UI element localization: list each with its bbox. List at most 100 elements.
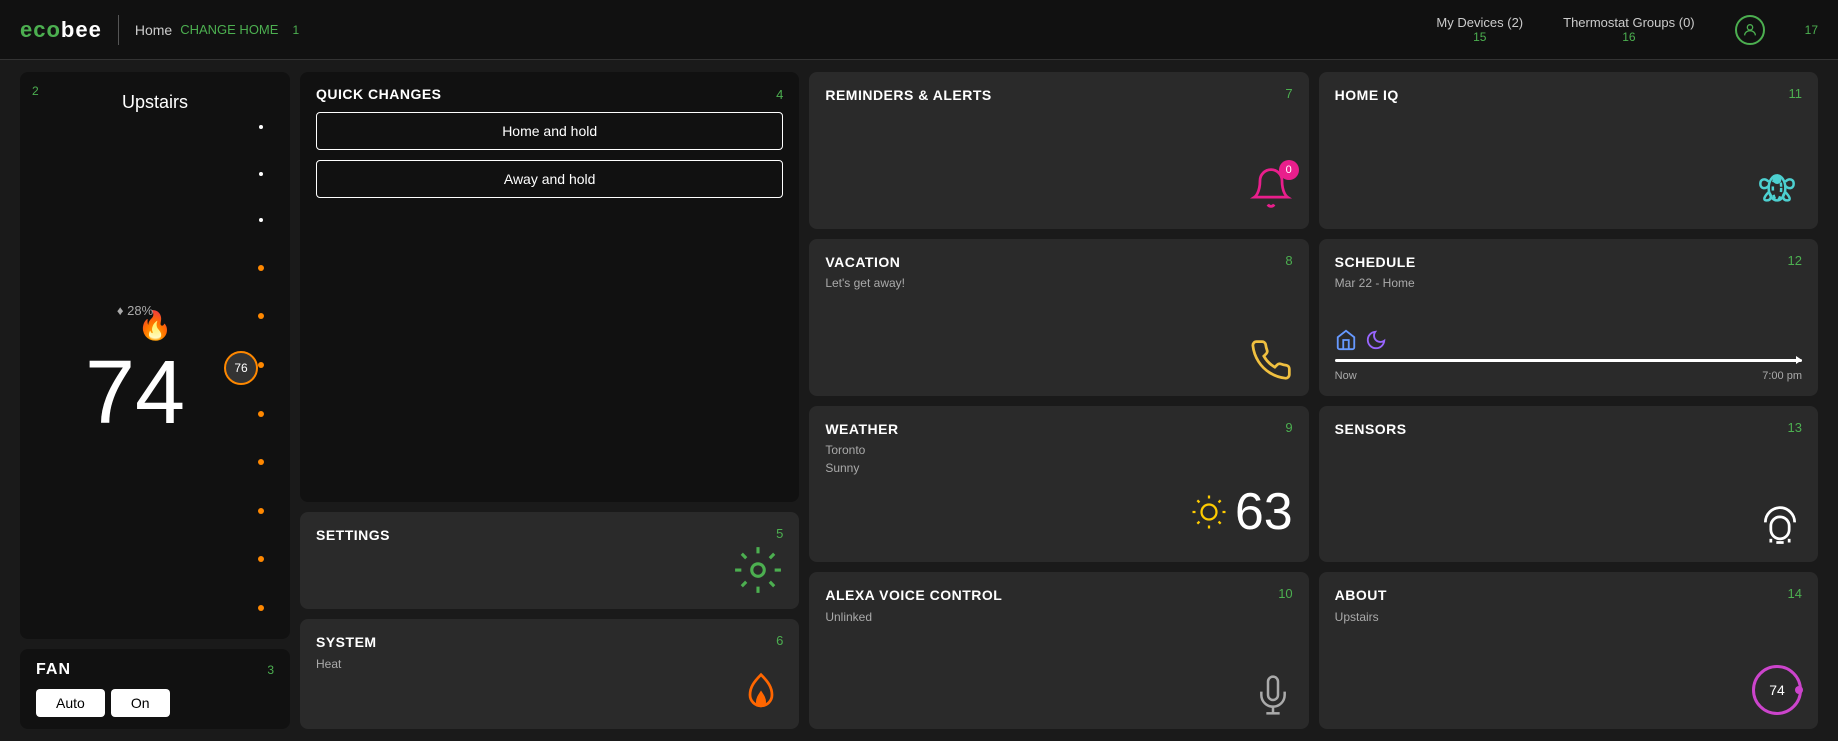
- sensors-title: SENSORS: [1335, 420, 1407, 440]
- thermostat-groups-number: 16: [1622, 30, 1635, 44]
- system-title: SYSTEM: [316, 633, 377, 653]
- user-number: 17: [1805, 23, 1818, 37]
- qc-header: QUICK CHANGES 4: [316, 86, 783, 102]
- system-subtitle: Heat: [316, 657, 377, 671]
- fan-header: FAN 3: [36, 661, 274, 679]
- about-top: ABOUT Upstairs 14: [1335, 586, 1802, 624]
- timeline-end: 7:00 pm: [1762, 370, 1802, 382]
- about-card[interactable]: ABOUT Upstairs 14 74: [1319, 572, 1818, 729]
- schedule-number: 12: [1788, 253, 1802, 268]
- dot: [259, 218, 263, 222]
- dot-orange: [258, 362, 264, 368]
- header-divider: [118, 15, 119, 45]
- settings-card[interactable]: SETTINGS 5: [300, 512, 799, 610]
- my-devices-number: 15: [1473, 30, 1486, 44]
- about-dot: [1795, 686, 1803, 694]
- home-iq-card[interactable]: HOME IQ 11: [1319, 72, 1818, 229]
- set-temp-value: 76: [234, 361, 247, 375]
- home-nav-number: 1: [292, 23, 299, 37]
- sensors-top: SENSORS 13: [1335, 420, 1802, 440]
- dot: [259, 172, 263, 176]
- timeline-bar: [1335, 359, 1802, 362]
- weather-title: WEATHER: [825, 421, 898, 437]
- about-circle: 74: [1752, 665, 1802, 715]
- vacation-card[interactable]: VACATION Let's get away! 8: [809, 239, 1308, 396]
- about-number: 14: [1788, 586, 1802, 601]
- schedule-date: Mar 22 - Home: [1335, 276, 1416, 290]
- home-iq-top: HOME IQ 11: [1335, 86, 1802, 106]
- sensors-icon: [1335, 439, 1802, 548]
- set-temp-circle[interactable]: 76: [224, 351, 258, 385]
- fan-auto-button[interactable]: Auto: [36, 689, 105, 717]
- weather-condition: Sunny: [825, 461, 898, 475]
- weather-number: 9: [1285, 420, 1292, 435]
- temp-dots: 76: [258, 113, 264, 623]
- logo: ecobee: [20, 17, 102, 43]
- reminders-card[interactable]: REMINDERS & ALERTS 7 0: [809, 72, 1308, 229]
- thermostat-body: 🔥 ♦ 28% 74 76: [36, 113, 274, 623]
- vacation-subtitle: Let's get away!: [825, 276, 905, 290]
- reminders-top: REMINDERS & ALERTS 7: [825, 86, 1292, 106]
- weather-temp: 63: [1235, 486, 1293, 538]
- alexa-top: ALEXA VOICE CONTROL Unlinked 10: [825, 586, 1292, 624]
- header-home: Home CHANGE HOME 1: [135, 22, 299, 38]
- home-iq-number: 11: [1788, 86, 1802, 101]
- weather-top: WEATHER Toronto Sunny 9: [825, 420, 1292, 476]
- col-2: REMINDERS & ALERTS 7 0: [809, 72, 1308, 729]
- system-card[interactable]: SYSTEM Heat 6: [300, 619, 799, 729]
- col-1: QUICK CHANGES 4 Home and hold Away and h…: [300, 72, 799, 729]
- reminders-badge: 0: [1279, 160, 1299, 180]
- away-hold-button[interactable]: Away and hold: [316, 160, 783, 198]
- weather-card[interactable]: WEATHER Toronto Sunny 9: [809, 406, 1308, 563]
- about-temp: 74: [1769, 682, 1785, 698]
- system-icon: [316, 671, 783, 715]
- qc-title: QUICK CHANGES: [316, 86, 442, 102]
- thermostat-card[interactable]: 2 Upstairs 🔥 ♦ 28% 74 76: [20, 72, 290, 639]
- reminders-number: 7: [1285, 86, 1292, 101]
- thermostat-name: Upstairs: [36, 92, 274, 113]
- humidity-text: ♦ 28%: [117, 303, 153, 318]
- quick-changes-card: QUICK CHANGES 4 Home and hold Away and h…: [300, 72, 799, 502]
- reminders-icon: 0: [825, 106, 1292, 215]
- alexa-title: ALEXA VOICE CONTROL: [825, 587, 1002, 603]
- thermostat-groups-label: Thermostat Groups (0): [1563, 15, 1695, 30]
- sensors-card[interactable]: SENSORS 13: [1319, 406, 1818, 563]
- dot-orange: [258, 411, 264, 417]
- timeline-labels: Now 7:00 pm: [1335, 370, 1802, 382]
- fan-buttons: Auto On: [36, 689, 274, 717]
- qc-number: 4: [776, 87, 783, 102]
- dot-orange: [258, 508, 264, 514]
- settings-icon: [316, 545, 783, 595]
- timeline-now: Now: [1335, 370, 1357, 382]
- about-subtitle: Upstairs: [1335, 610, 1387, 624]
- schedule-card[interactable]: SCHEDULE Mar 22 - Home 12: [1319, 239, 1818, 396]
- weather-icon: 63: [825, 475, 1292, 548]
- vacation-title: VACATION: [825, 254, 900, 270]
- my-devices-nav[interactable]: My Devices (2) 15: [1436, 15, 1523, 44]
- schedule-top: SCHEDULE Mar 22 - Home 12: [1335, 253, 1802, 291]
- about-icon: 74: [1335, 624, 1802, 715]
- header: ecobee Home CHANGE HOME 1 My Devices (2)…: [0, 0, 1838, 60]
- change-home-link[interactable]: CHANGE HOME: [180, 22, 278, 37]
- system-top: SYSTEM Heat 6: [316, 633, 783, 671]
- dot-orange: [258, 265, 264, 271]
- vacation-icon: [825, 290, 1292, 381]
- dot-orange: [258, 313, 264, 319]
- system-number: 6: [776, 633, 783, 648]
- my-devices-label: My Devices (2): [1436, 15, 1523, 30]
- fan-label: FAN: [36, 661, 71, 679]
- user-icon[interactable]: [1735, 15, 1765, 45]
- vacation-number: 8: [1285, 253, 1292, 268]
- reminders-title: REMINDERS & ALERTS: [825, 86, 991, 106]
- settings-title: SETTINGS: [316, 526, 390, 546]
- thermostat-groups-nav[interactable]: Thermostat Groups (0) 16: [1563, 15, 1695, 44]
- fan-number: 3: [267, 663, 274, 677]
- home-hold-button[interactable]: Home and hold: [316, 112, 783, 150]
- alexa-card[interactable]: ALEXA VOICE CONTROL Unlinked 10: [809, 572, 1308, 729]
- header-right: My Devices (2) 15 Thermostat Groups (0) …: [1436, 15, 1818, 45]
- dot: [259, 125, 263, 129]
- fan-on-button[interactable]: On: [111, 689, 170, 717]
- alexa-icon: [825, 624, 1292, 715]
- dot-orange: [258, 605, 264, 611]
- vacation-top: VACATION Let's get away! 8: [825, 253, 1292, 291]
